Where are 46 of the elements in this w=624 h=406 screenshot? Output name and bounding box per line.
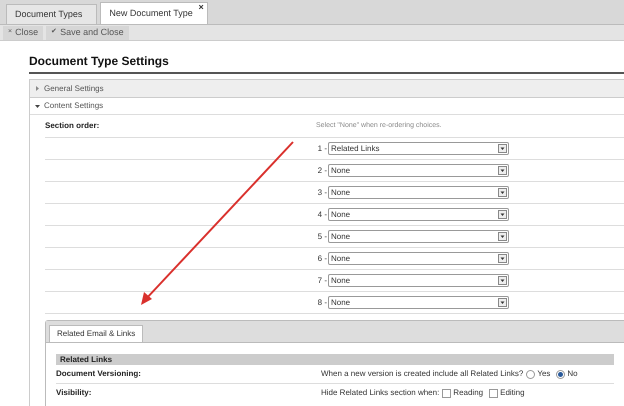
tab[interactable]: New Document Type × (100, 2, 208, 24)
option-label: Yes (537, 368, 550, 380)
section-header[interactable]: General Settings (30, 80, 624, 97)
dropdown-icon (498, 254, 507, 263)
order-number: 1 - (316, 142, 327, 154)
group-heading: Related Links (56, 354, 614, 365)
caret-right-icon (35, 86, 40, 91)
select-field[interactable]: None (328, 296, 509, 309)
dropdown-icon (498, 232, 507, 241)
select-field[interactable]: Related Links (328, 142, 509, 155)
dropdown-icon (498, 210, 507, 219)
dropdown-icon (498, 144, 507, 153)
field-label: Document Versioning: (56, 368, 142, 380)
radio-button[interactable] (556, 370, 566, 378)
select-field[interactable]: None (328, 230, 509, 243)
order-number: 5 - (316, 230, 327, 242)
page-title: Document Type Settings (29, 52, 624, 74)
order-number: 4 - (316, 208, 327, 220)
dropdown-icon (498, 276, 507, 285)
option-label: Reading (453, 387, 484, 399)
option-label: No (567, 368, 578, 380)
dropdown-icon (498, 188, 507, 197)
field-label: Visibility: (56, 387, 92, 399)
select-field[interactable]: None (328, 186, 509, 199)
select-field[interactable]: None (328, 164, 509, 177)
order-number: 2 - (316, 164, 327, 176)
select-field[interactable]: None (328, 252, 509, 265)
close-icon[interactable]: × (198, 3, 204, 12)
field-prompt: Hide Related Links section when: (321, 387, 440, 399)
select-field[interactable]: None (328, 208, 509, 221)
dropdown-icon (498, 166, 507, 175)
order-number: 3 - (316, 186, 327, 198)
order-number: 7 - (316, 274, 327, 286)
caret-down-icon (35, 104, 40, 108)
option-label: Editing (500, 387, 525, 399)
field-prompt: When a new version is created include all Related Links? (321, 368, 524, 380)
checkbox[interactable] (489, 388, 498, 398)
order-number: 8 - (316, 296, 327, 308)
select-field[interactable]: None (328, 274, 509, 287)
radio-button[interactable] (526, 370, 536, 378)
tab[interactable]: Document Types (6, 4, 98, 24)
field-label: Section order: (45, 120, 100, 132)
tab[interactable]: Related Email & Links (49, 325, 144, 342)
dropdown-icon (498, 298, 507, 307)
order-number: 6 - (316, 252, 327, 264)
checkbox[interactable] (442, 388, 452, 398)
